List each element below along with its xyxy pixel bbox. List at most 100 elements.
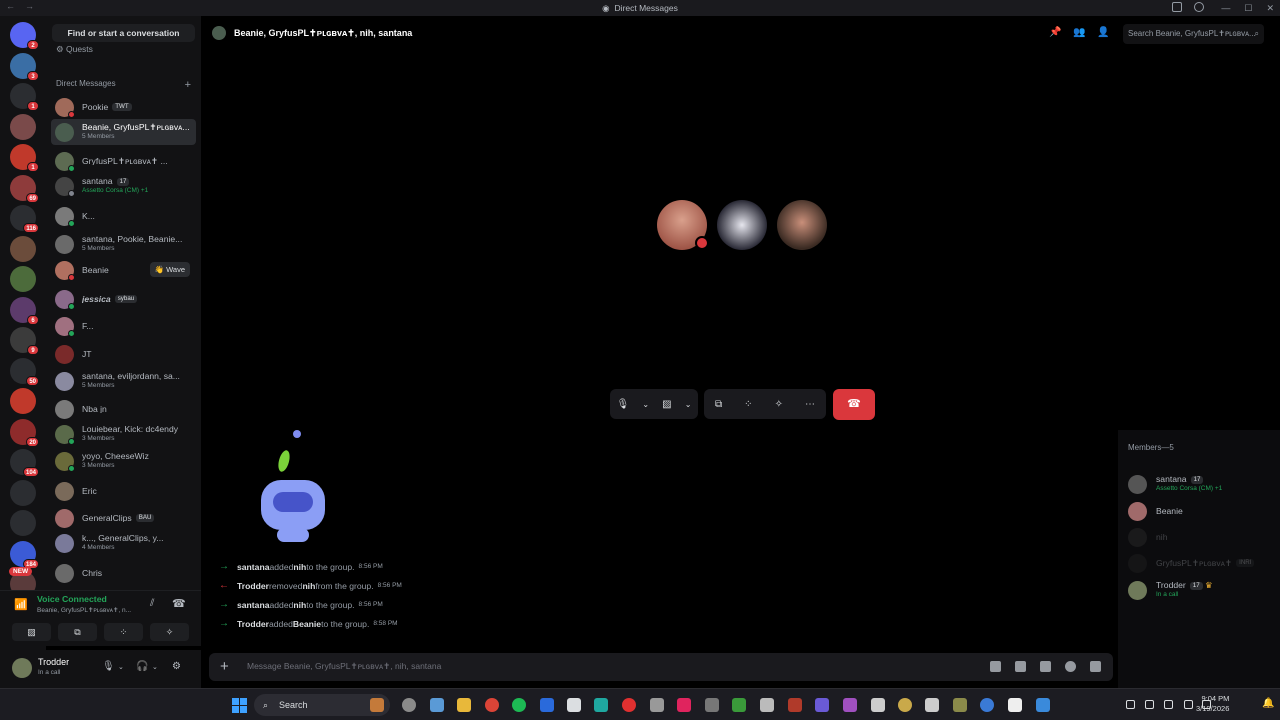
server-icon[interactable]: 50 <box>10 357 39 386</box>
dm-item[interactable]: Pookie TWT <box>51 94 196 120</box>
message-actor[interactable]: santana <box>237 562 269 572</box>
avatar[interactable] <box>12 658 32 678</box>
microphone-icon[interactable]: 🎙 <box>617 399 630 410</box>
discord-icon[interactable] <box>567 698 581 712</box>
message-target[interactable]: nih <box>302 581 315 591</box>
dm-item[interactable]: Chris <box>51 560 196 586</box>
dm-item[interactable]: santana, eviljordann, sa... 5 Members <box>51 368 196 394</box>
participant-tile[interactable] <box>777 200 827 250</box>
soundboard-button[interactable]: ✧ <box>150 623 189 641</box>
dm-item[interactable]: santana, Pookie, Beanie... 5 Members <box>51 231 196 257</box>
headphones-icon[interactable]: 🎧 <box>136 661 148 672</box>
g-icon[interactable] <box>925 698 939 712</box>
disconnect-icon[interactable]: ☎ <box>172 597 186 610</box>
folder-icon[interactable] <box>457 698 471 712</box>
member-item[interactable]: Trodder 17 ♛ In a call <box>1128 578 1213 602</box>
photos-icon[interactable] <box>430 698 444 712</box>
chevron-down-icon[interactable]: ⌄ <box>152 663 158 671</box>
scripts-icon[interactable] <box>705 698 719 712</box>
participant-tile[interactable] <box>717 200 767 250</box>
red-square-icon[interactable] <box>788 698 802 712</box>
notes-icon[interactable] <box>815 698 829 712</box>
server-icon[interactable] <box>10 266 36 292</box>
coin-icon[interactable] <box>898 698 912 712</box>
dm-item[interactable]: k..., GeneralClips, y... 4 Members <box>51 530 196 556</box>
back-icon[interactable]: ← <box>6 1 15 11</box>
server-icon[interactable] <box>10 510 36 536</box>
microphone-icon[interactable]: 🎙 <box>102 661 115 672</box>
message-actor[interactable]: Trodder <box>237 619 269 629</box>
chrome-icon[interactable] <box>485 698 499 712</box>
maximize-button[interactable]: ☐ <box>1244 3 1252 14</box>
calc-icon[interactable] <box>650 698 664 712</box>
fox-icon[interactable] <box>370 698 384 712</box>
gear-icon[interactable]: ⚙ <box>172 661 181 672</box>
server-icon[interactable]: 9 <box>10 327 39 355</box>
emoji-icon[interactable] <box>1065 661 1076 672</box>
apps-icon[interactable] <box>1090 661 1101 672</box>
tradingview-icon[interactable] <box>1008 698 1022 712</box>
message-input[interactable]: Message Beanie, GryfusPL✝ᴘʟɢʙᴠᴀ✝, nih, s… <box>247 661 441 672</box>
message-target[interactable]: Beanie <box>293 619 321 629</box>
member-item[interactable]: nih <box>1128 525 1167 549</box>
editor-icon[interactable] <box>540 698 554 712</box>
message-target[interactable]: nih <box>293 600 306 610</box>
server-icon[interactable]: 116 <box>10 205 39 233</box>
screenshare-icon[interactable]: ⧉ <box>715 399 722 410</box>
dm-item[interactable]: K... <box>51 203 196 229</box>
clock-icon[interactable] <box>402 698 416 712</box>
gift-icon[interactable] <box>990 661 1001 672</box>
message-actor[interactable]: Trodder <box>237 581 269 591</box>
audio-icon[interactable] <box>594 698 608 712</box>
server-icon[interactable]: 1 <box>10 144 39 172</box>
dm-item[interactable]: Beanie, GryfusPL✝ᴘʟɢʙᴠᴀ... 5 Members <box>51 119 196 145</box>
camera-off-icon[interactable]: ▨ <box>662 399 671 410</box>
globe-icon[interactable] <box>980 698 994 712</box>
close-button[interactable]: ✕ <box>1266 3 1274 14</box>
activities-icon[interactable]: ⁘ <box>744 399 752 410</box>
minimize-button[interactable]: — <box>1221 3 1230 13</box>
spotify-icon[interactable] <box>512 698 526 712</box>
dm-item[interactable]: Beanie 👋 Wave <box>51 257 196 283</box>
notification-icon[interactable]: 🔔 <box>1262 698 1274 709</box>
game-icon[interactable] <box>843 698 857 712</box>
youtube-icon[interactable] <box>622 698 636 712</box>
username[interactable]: Trodder <box>38 657 69 667</box>
dm-item[interactable]: yoyo, CheeseWiz 3 Members <box>51 448 196 474</box>
server-icon[interactable] <box>10 235 36 262</box>
minecraft-icon[interactable] <box>732 698 746 712</box>
member-item[interactable]: santana 17 Assetto Corsa (CM) +1 <box>1128 472 1222 496</box>
server-icon[interactable]: 104 <box>10 449 39 477</box>
chevron-down-icon[interactable]: ⌄ <box>685 400 692 409</box>
chevron-down-icon[interactable]: ⌄ <box>642 400 649 409</box>
member-list-icon[interactable]: 👤 <box>1097 27 1109 38</box>
server-icon[interactable]: 184 <box>10 540 39 569</box>
chevron-up-icon[interactable] <box>1126 700 1135 709</box>
message-actor[interactable]: santana <box>237 600 269 610</box>
server-icon[interactable] <box>10 388 36 414</box>
wifi-icon[interactable] <box>1184 700 1193 709</box>
server-icon[interactable] <box>10 479 36 506</box>
camera-button[interactable]: ▨ <box>12 623 51 641</box>
dm-item[interactable]: F... <box>51 313 196 339</box>
activities-button[interactable]: ⁘ <box>104 623 143 641</box>
find-conversation-button[interactable]: Find or start a conversation <box>52 24 195 42</box>
member-item[interactable]: Beanie <box>1128 499 1183 523</box>
soundboard-icon[interactable]: ✧ <box>775 399 783 410</box>
dm-item[interactable]: JT <box>51 341 196 367</box>
windows-start-icon[interactable] <box>232 698 247 713</box>
red-app-icon[interactable] <box>677 698 691 712</box>
participant-tile[interactable] <box>657 200 709 250</box>
steam-icon[interactable] <box>871 698 885 712</box>
end-call-button[interactable]: ☎ <box>833 389 875 420</box>
dm-item[interactable]: santana 17 Assetto Corsa (CM) +1 <box>51 173 196 199</box>
discord-home-icon[interactable]: 2 <box>10 22 39 50</box>
member-item[interactable]: GryfusPL✝ᴘʟɢʙᴠᴀ✝ INRI <box>1128 551 1255 575</box>
gif-icon[interactable] <box>1015 661 1026 672</box>
dm-item[interactable]: jessica sybau <box>51 286 196 312</box>
nav-arrows[interactable]: ← → <box>6 1 34 11</box>
dm-item[interactable]: Louiebear, Kick: dc4endy 3 Members <box>51 421 196 447</box>
inbox-icon[interactable] <box>1172 2 1182 12</box>
dm-item[interactable]: Eric <box>51 478 196 504</box>
vpn-icon[interactable] <box>1036 698 1050 712</box>
